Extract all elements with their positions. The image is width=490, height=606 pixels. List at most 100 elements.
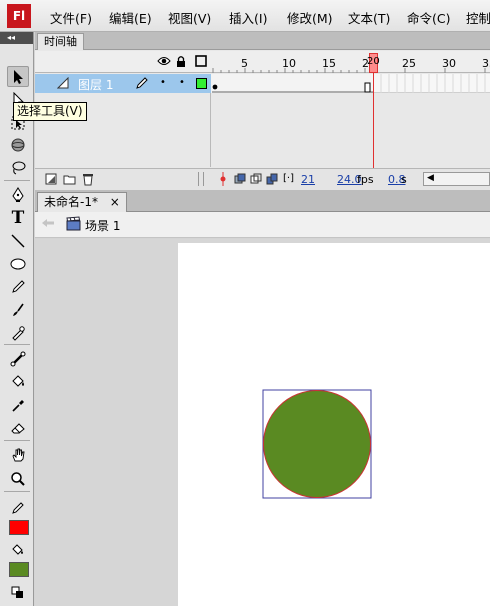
outline-icon[interactable]	[195, 55, 207, 70]
sphere-icon	[10, 137, 26, 153]
onion-skin-icon[interactable]	[234, 173, 246, 188]
hand-icon	[10, 447, 26, 463]
hand-tool[interactable]	[7, 444, 29, 465]
arrow-icon	[12, 69, 24, 85]
menu-text[interactable]: 文本(T)	[348, 8, 390, 27]
playhead-line	[373, 73, 374, 168]
panel-splitter[interactable]	[198, 172, 204, 186]
selection-tool[interactable]	[7, 66, 29, 87]
menu-view[interactable]: 视图(V)	[168, 8, 211, 27]
center-frame-icon[interactable]	[219, 172, 227, 189]
brush-icon	[10, 302, 26, 318]
deco-tool[interactable]	[7, 322, 29, 343]
stage-shapes	[262, 389, 372, 499]
visibility-dot[interactable]: •	[160, 77, 166, 88]
stroke-color-swatch[interactable]	[9, 520, 29, 535]
tools-collapse-button[interactable]: ◂◂	[0, 32, 33, 44]
back-arrow-icon[interactable]	[41, 217, 55, 232]
menu-control[interactable]: 控制	[466, 8, 490, 27]
line-icon	[10, 233, 26, 249]
app-logo: Fl	[7, 4, 31, 28]
timeline-horizontal-scrollbar[interactable]: ◀	[423, 172, 490, 186]
layer-name[interactable]: 图层 1	[78, 76, 113, 93]
tools-divider	[4, 491, 30, 492]
deco-icon	[10, 325, 26, 341]
document-tab-bar: 未命名-1* ×	[35, 190, 490, 212]
new-layer-icon[interactable]	[45, 173, 57, 188]
menu-edit[interactable]: 编辑(E)	[109, 8, 152, 27]
lasso-tool[interactable]	[7, 157, 29, 178]
elapsed-time-unit: s	[401, 173, 407, 186]
pencil-icon	[136, 77, 148, 92]
layer-icon	[56, 76, 69, 92]
stroke-color-tool[interactable]	[7, 497, 29, 518]
layer-label-area[interactable]: 图层 1 • •	[35, 74, 211, 93]
edit-bar: 场景 1	[35, 212, 490, 238]
timeline-status-bar: [·] 21 24.0 fps 0.8 s ◀	[35, 168, 490, 190]
eraser-tool[interactable]	[7, 417, 29, 438]
text-t-icon: T	[11, 207, 25, 228]
trash-icon[interactable]	[82, 172, 94, 189]
layer-outline-color-box[interactable]	[196, 78, 207, 89]
tab-document[interactable]: 未命名-1* ×	[37, 192, 127, 212]
onion-skin-outlines-icon[interactable]	[250, 173, 262, 188]
current-frame[interactable]: 21	[301, 173, 315, 186]
layer-row[interactable]: 图层 1 • •	[35, 74, 490, 93]
pen-tool[interactable]	[7, 184, 29, 205]
3d-rotation-tool[interactable]	[7, 134, 29, 155]
timeline-titlebar: 时间轴	[35, 32, 490, 50]
new-folder-icon[interactable]	[63, 173, 76, 188]
eye-icon[interactable]	[157, 55, 171, 70]
frame-cells	[211, 74, 486, 93]
tools-divider	[4, 440, 30, 441]
clapperboard-icon	[66, 216, 81, 234]
pencil-icon	[10, 279, 26, 295]
bone-tool[interactable]	[7, 348, 29, 369]
pen-nib-icon	[11, 186, 25, 203]
stroke-pencil-icon	[11, 501, 25, 515]
fill-color-swatch[interactable]	[9, 562, 29, 577]
menu-modify[interactable]: 修改(M)	[287, 8, 333, 27]
playhead[interactable]: 20	[367, 53, 380, 73]
oval-tool[interactable]	[7, 253, 29, 274]
layer-frames[interactable]	[211, 74, 490, 93]
fill-bucket-icon	[11, 543, 25, 557]
edit-multiple-frames-icon[interactable]	[266, 173, 278, 188]
scene-label[interactable]: 场景 1	[85, 217, 120, 234]
eraser-icon	[10, 421, 26, 435]
frame-ruler[interactable]: 5 10 15 20 25 30 35	[211, 51, 490, 73]
bone-icon	[10, 351, 26, 367]
line-tool[interactable]	[7, 230, 29, 251]
frames-empty	[212, 93, 490, 167]
paint-bucket-tool[interactable]	[7, 371, 29, 392]
menu-bar: Fl 文件(F) 编辑(E) 视图(V) 插入(I) 修改(M) 文本(T) 命…	[0, 0, 490, 32]
menu-file[interactable]: 文件(F)	[50, 8, 92, 27]
flash-app-window: Fl 文件(F) 编辑(E) 视图(V) 插入(I) 修改(M) 文本(T) 命…	[0, 0, 490, 606]
modify-markers-icon[interactable]: [·]	[283, 173, 294, 184]
magnifier-icon	[10, 471, 26, 487]
eyedropper-tool[interactable]	[7, 394, 29, 415]
timeline-panel: 时间轴 5 10 15 20 25 30 35	[35, 32, 490, 190]
document-title: 未命名-1*	[44, 195, 98, 209]
fill-color-tool[interactable]	[7, 539, 29, 560]
brush-tool[interactable]	[7, 299, 29, 320]
green-circle[interactable]	[263, 390, 371, 498]
menu-insert[interactable]: 插入(I)	[229, 8, 267, 27]
zoom-tool[interactable]	[7, 468, 29, 489]
close-icon[interactable]: ×	[110, 195, 120, 209]
timeline-header: 5 10 15 20 25 30 35	[35, 51, 490, 73]
lock-dot[interactable]: •	[179, 77, 185, 88]
playhead-frame-label: 20	[367, 56, 380, 67]
scroll-left-icon[interactable]: ◀	[427, 173, 434, 183]
frame-rate-unit: fps	[357, 173, 374, 186]
text-tool[interactable]: T	[7, 207, 29, 228]
pencil-tool[interactable]	[7, 276, 29, 297]
tab-timeline[interactable]: 时间轴	[37, 33, 84, 50]
oval-icon	[10, 257, 26, 271]
lock-icon[interactable]	[176, 55, 186, 71]
default-colors-button[interactable]	[7, 582, 29, 603]
menu-commands[interactable]: 命令(C)	[407, 8, 450, 27]
ruler-ticks	[212, 68, 486, 73]
tools-divider	[4, 344, 30, 345]
lasso-icon	[10, 160, 26, 176]
